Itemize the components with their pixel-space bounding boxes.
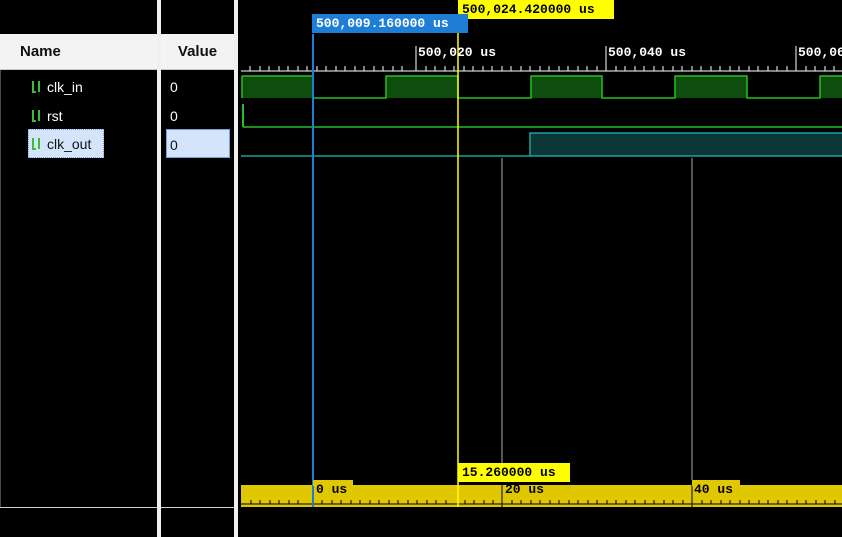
delta-cursor-label[interactable]: 15.260000 us — [458, 463, 570, 482]
rst-waveform[interactable] — [242, 104, 842, 128]
signal-name: clk_out — [47, 136, 92, 152]
signal-name: clk_in — [47, 79, 83, 95]
main-cursor-label[interactable]: 500,024.420000 us — [458, 0, 614, 19]
name-header-label: Name — [20, 43, 61, 60]
bottom-divider — [0, 507, 157, 508]
bottom-divider — [161, 507, 234, 508]
marker-cursor-label[interactable]: 500,009.160000 us — [312, 14, 468, 33]
signal-value: 0 — [170, 108, 178, 124]
signal-row-clk-out[interactable]: clk_out — [0, 132, 157, 156]
value-header-label: Value — [177, 43, 218, 60]
time-ruler-label: 500,06 — [798, 45, 842, 60]
delta-ruler-label: 0 us — [316, 482, 348, 497]
bit-signal-icon — [32, 138, 40, 150]
signal-value: 0 — [170, 137, 178, 153]
waveform-canvas[interactable] — [238, 0, 842, 537]
signal-row-clk-in[interactable]: clk_in — [0, 75, 157, 99]
bit-signal-icon — [32, 110, 40, 122]
delta-ruler-label: 40 us — [694, 482, 734, 497]
signal-value: 0 — [170, 79, 178, 95]
time-ruler-label: 500,040 us — [608, 45, 687, 60]
time-ruler[interactable] — [241, 46, 842, 72]
delta-ruler-label: 20 us — [505, 482, 545, 497]
bit-signal-icon — [32, 81, 40, 93]
signal-name: rst — [47, 108, 63, 124]
signal-row-rst[interactable]: rst — [0, 104, 157, 128]
value-column-header[interactable]: Value — [161, 34, 234, 70]
name-column-header[interactable]: Name — [0, 34, 157, 70]
time-ruler-label: 500,020 us — [418, 45, 497, 60]
clk-in-waveform[interactable] — [241, 75, 842, 99]
clk-out-waveform[interactable] — [241, 132, 842, 157]
